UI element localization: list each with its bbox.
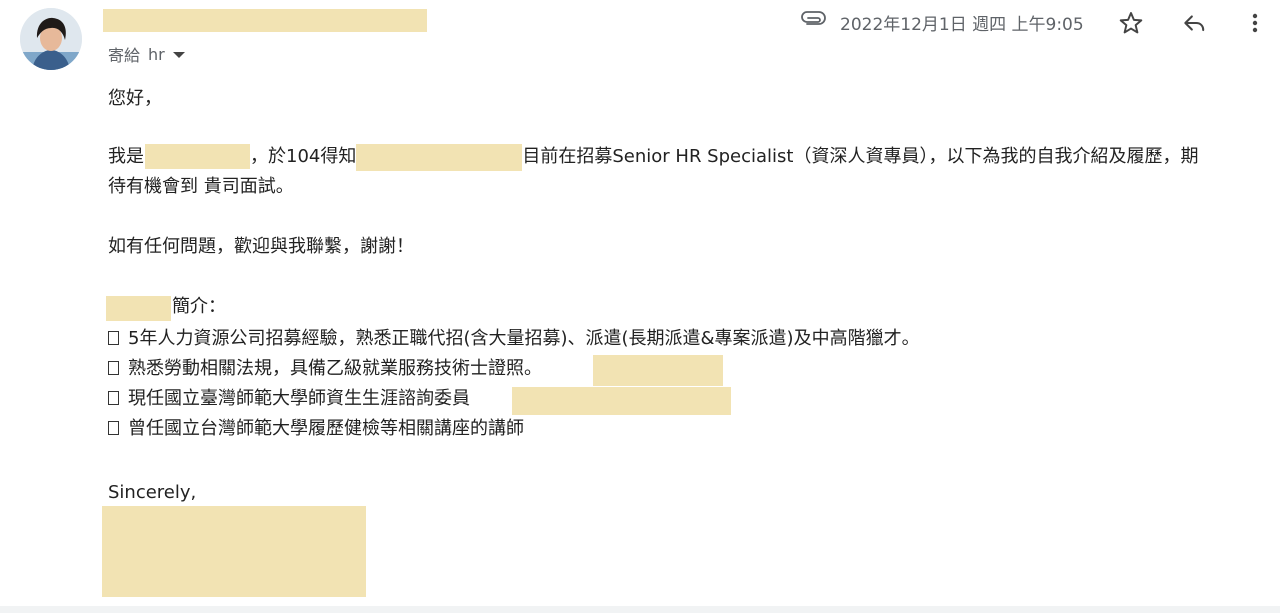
bullet-box-icon xyxy=(108,391,119,405)
recipient-name: hr xyxy=(148,44,165,64)
recipient-prefix: 寄給 xyxy=(108,46,141,65)
bullet-item: 曾任國立台灣師範大學履歷健檢等相關講座的講師 xyxy=(108,414,524,444)
email-date: 2022年12月1日 週四 上午9:05 xyxy=(840,15,1084,35)
bullet-text: 曾任國立台灣師範大學履歷健檢等相關講座的講師 xyxy=(128,418,524,439)
more-options-button[interactable] xyxy=(1240,8,1270,38)
bullet-box-icon xyxy=(108,331,119,345)
bullet-text: 熟悉勞動相關法規，具備乙級就業服務技術士證照。 xyxy=(128,358,542,379)
bullet-box-icon xyxy=(108,361,119,375)
redacted-company-name xyxy=(356,144,522,171)
bullet-text: 現任國立臺灣師範大學師資生生涯諮詢委員 xyxy=(128,388,470,409)
email-view: 寄給 hr 2022年12月1日 週四 上午9:05 您好， 我是 ，於104得… xyxy=(0,0,1280,613)
greeting-line: 您好， xyxy=(108,88,162,109)
redacted-sender-name xyxy=(145,144,250,169)
chevron-down-icon xyxy=(172,52,185,58)
paperclip-icon xyxy=(800,9,830,37)
profile-heading-suffix: 簡介： xyxy=(172,296,226,317)
bottom-divider xyxy=(0,606,1280,613)
intro-line-2: 待有機會到 貴司面試。 xyxy=(108,176,294,197)
bullet-text: 5年人力資源公司招募經驗，熟悉正職代招(含大量招募)、派遣(長期派遣&專案派遣)… xyxy=(128,328,920,349)
intro-text-1: 我是 xyxy=(108,146,144,167)
closing-line: Sincerely, xyxy=(108,482,197,503)
intro-text-3: 目前在招募Senior HR Specialist（資深人資專員），以下為我的自… xyxy=(522,146,1199,167)
more-vertical-icon xyxy=(1252,13,1258,33)
reply-icon xyxy=(1184,15,1205,32)
redacted-certificate-info xyxy=(593,355,723,386)
sender-name-redacted xyxy=(103,9,427,32)
redacted-role-info xyxy=(512,387,731,415)
contact-line: 如有任何問題，歡迎與我聯繫，謝謝！ xyxy=(108,236,414,257)
bullet-item: 熟悉勞動相關法規，具備乙級就業服務技術士證照。 xyxy=(108,354,542,384)
star-button[interactable] xyxy=(1116,8,1146,38)
recipient-details-toggle[interactable]: 寄給 hr xyxy=(108,42,185,66)
intro-line-1: 我是 ，於104得知 目前在招募Senior HR Specialist（資深人資專… xyxy=(108,142,1198,172)
intro-text-2: ，於104得知 xyxy=(250,146,357,167)
sender-avatar[interactable] xyxy=(20,8,82,70)
bullet-item: 5年人力資源公司招募經驗，熟悉正職代招(含大量招募)、派遣(長期派遣&專案派遣)… xyxy=(108,324,920,354)
bullet-box-icon xyxy=(108,421,119,435)
reply-button[interactable] xyxy=(1179,8,1209,38)
redacted-signature xyxy=(102,506,366,597)
star-icon xyxy=(1119,12,1143,34)
bullet-item: 現任國立臺灣師範大學師資生生涯諮詢委員 xyxy=(108,384,470,414)
redacted-profile-name xyxy=(106,296,171,321)
